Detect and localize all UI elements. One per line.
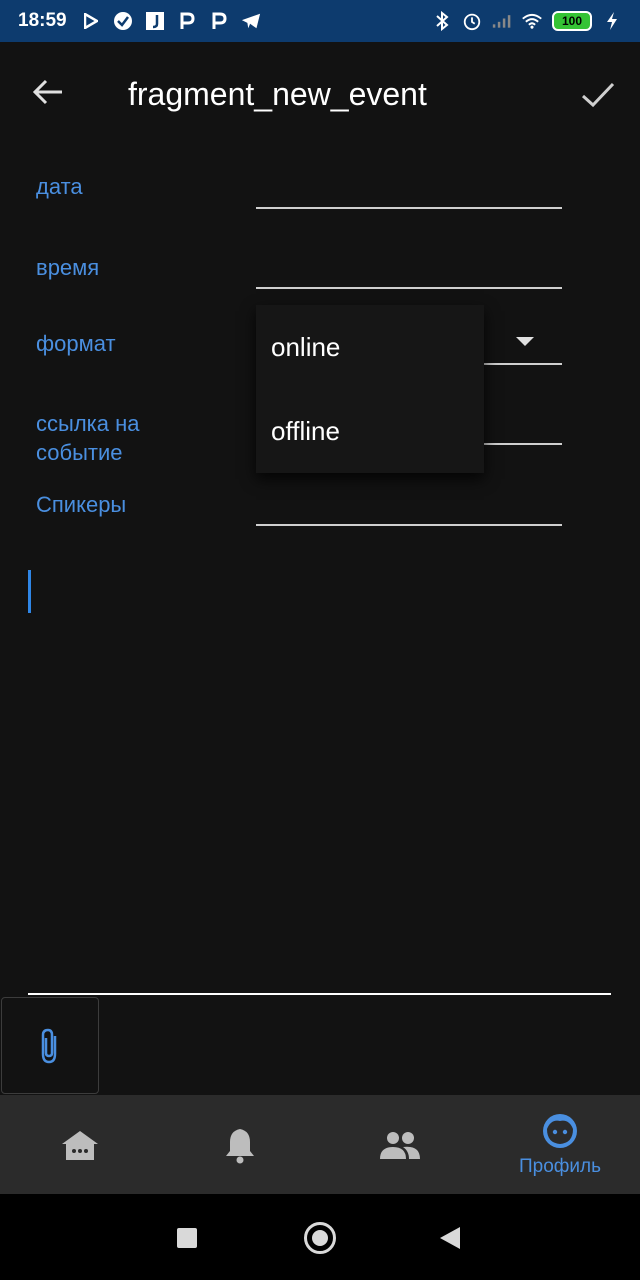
check-circle-icon <box>113 11 133 31</box>
bottom-navigation: Профиль <box>0 1095 640 1194</box>
p-app-icon <box>209 11 229 31</box>
check-icon <box>581 82 615 108</box>
wifi-icon <box>522 11 542 31</box>
page-title: fragment_new_event <box>128 76 427 112</box>
dropdown-option-online[interactable]: online <box>256 305 484 389</box>
bell-icon <box>226 1128 254 1163</box>
nav-item-notifications[interactable] <box>160 1095 320 1194</box>
back-button[interactable] <box>28 72 68 112</box>
format-label: формат <box>36 331 116 356</box>
paperclip-icon <box>41 1028 57 1063</box>
system-back-icon[interactable] <box>440 1227 460 1249</box>
system-navigation-bar <box>0 1194 640 1280</box>
link-label: ссылка на событие <box>36 409 140 467</box>
j-app-icon <box>145 11 165 31</box>
status-time: 18:59 <box>18 10 67 31</box>
time-field[interactable] <box>256 287 562 289</box>
link-label-line2: событие <box>36 440 123 465</box>
date-field[interactable] <box>256 207 562 209</box>
battery-icon: 100 <box>552 11 592 31</box>
nav-item-people[interactable] <box>320 1095 480 1194</box>
description-input-underline[interactable] <box>28 993 611 995</box>
recents-icon[interactable] <box>177 1228 197 1248</box>
p-app-icon <box>177 11 197 31</box>
dropdown-arrow-icon[interactable] <box>516 337 534 346</box>
nav-item-profile[interactable]: Профиль <box>480 1095 640 1194</box>
date-label: дата <box>36 174 83 199</box>
speakers-label: Спикеры <box>36 492 127 517</box>
telegram-icon <box>241 11 261 31</box>
battery-level: 100 <box>561 14 583 28</box>
attach-button[interactable] <box>1 997 99 1094</box>
status-bar: 18:59 100 <box>0 0 640 42</box>
text-cursor[interactable] <box>28 570 31 613</box>
speakers-field[interactable] <box>256 524 562 526</box>
link-label-line1: ссылка на <box>36 411 140 436</box>
nav-item-home[interactable] <box>0 1095 160 1194</box>
confirm-button[interactable] <box>576 72 620 116</box>
nav-profile-label: Профиль <box>518 1155 602 1177</box>
home-button-icon[interactable] <box>304 1222 336 1254</box>
dropdown-option-offline[interactable]: offline <box>256 389 484 473</box>
time-label: время <box>36 255 100 280</box>
format-dropdown-menu: online offline <box>256 305 484 473</box>
people-icon <box>380 1131 420 1159</box>
home-icon <box>62 1130 98 1160</box>
signal-icon <box>492 11 512 31</box>
play-store-icon <box>81 11 101 31</box>
bluetooth-icon <box>432 11 452 31</box>
alarm-icon <box>462 11 482 31</box>
arrow-back-icon <box>32 79 62 105</box>
charging-icon <box>602 11 622 31</box>
toolbar: fragment_new_event <box>0 42 640 142</box>
face-icon <box>543 1113 577 1148</box>
